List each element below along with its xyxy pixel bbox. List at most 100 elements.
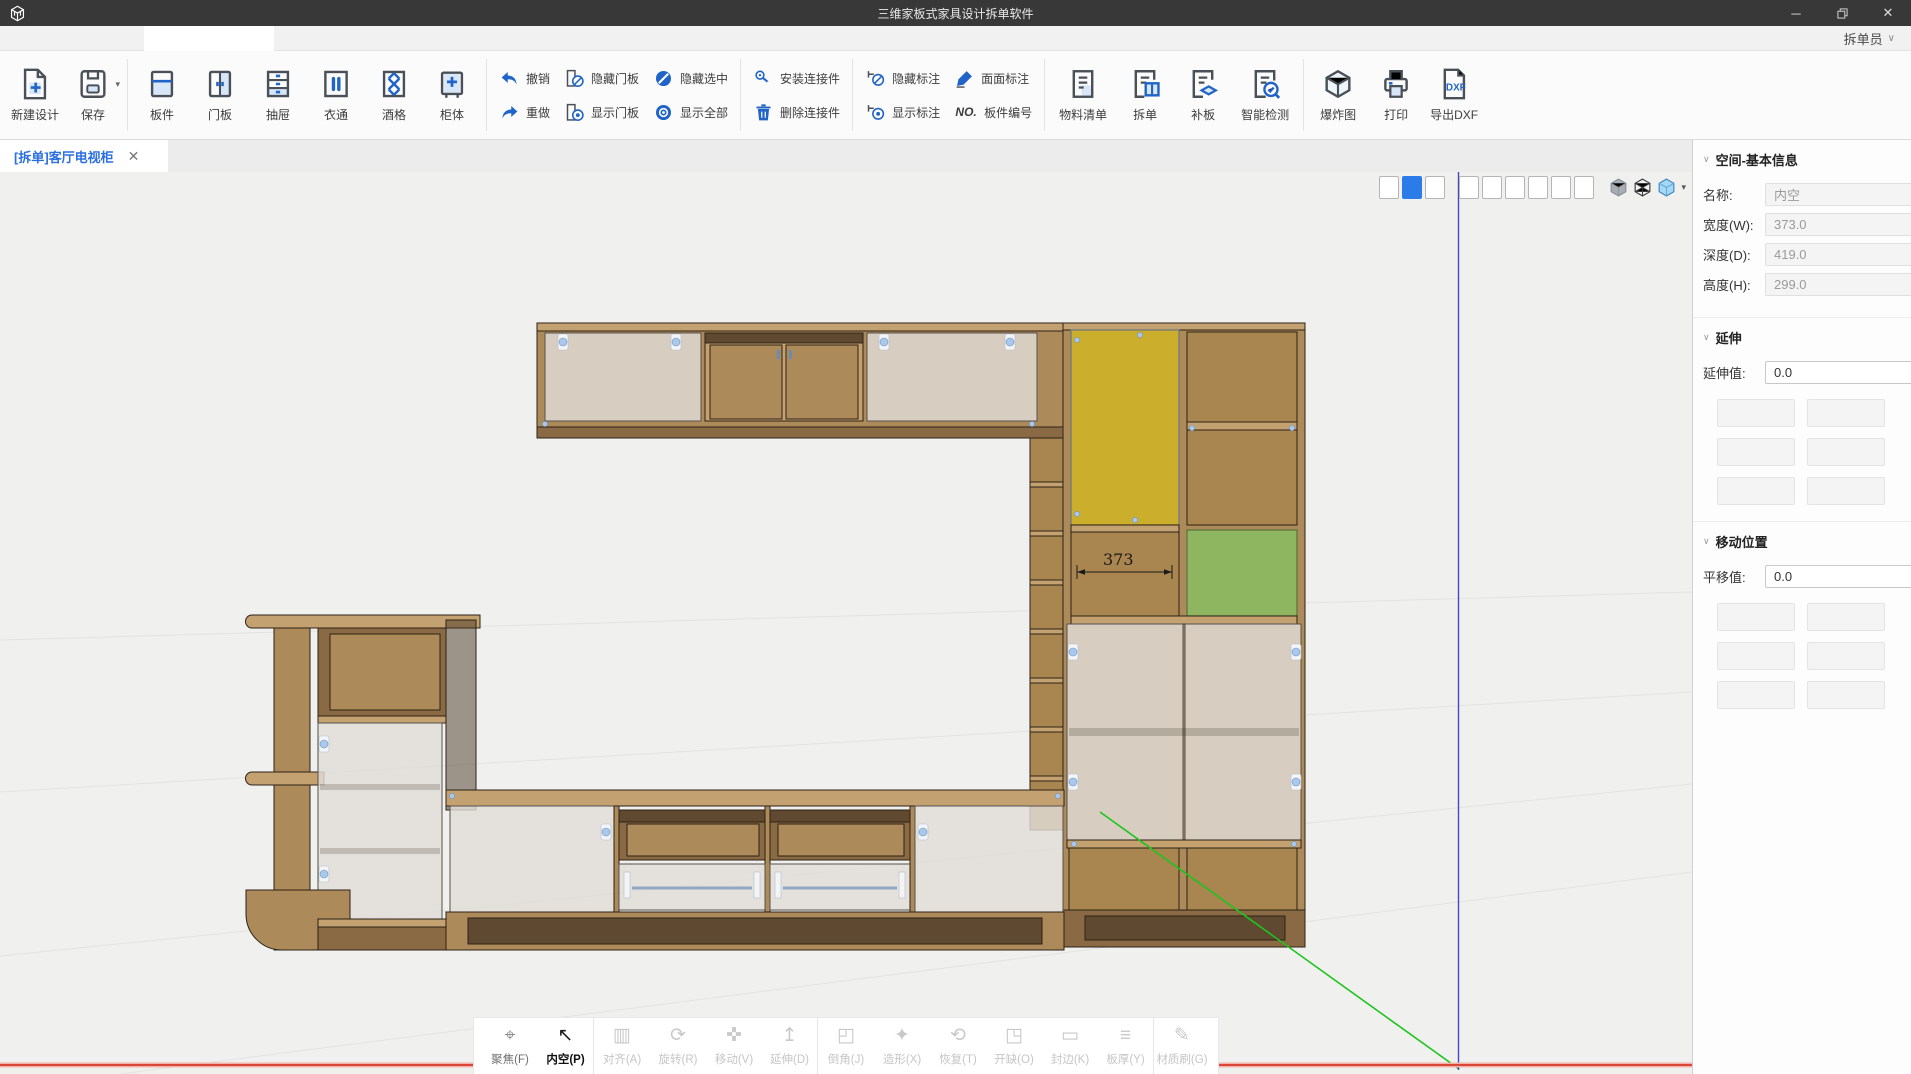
furniture-wall-unit[interactable]: 373 [246, 323, 1306, 950]
show-all-button[interactable]: 显示全部 [653, 99, 728, 125]
modeling-tool-button[interactable]: 材质刷(G) [1154, 1018, 1210, 1074]
3d-viewport[interactable]: 373 ▾ 聚焦(F) [0, 172, 1692, 1074]
modeling-tool-button[interactable]: 旋转(R) [650, 1018, 706, 1074]
extend-direction-button[interactable] [1807, 438, 1885, 466]
modeling-tool-button[interactable]: 内空(P) [538, 1018, 594, 1074]
cubby[interactable] [1187, 332, 1297, 422]
transparent-cube-icon[interactable] [1656, 177, 1677, 198]
right-column[interactable] [1063, 323, 1305, 947]
modeling-tool-button[interactable]: 封边(K) [1042, 1018, 1098, 1074]
tv-stand-row[interactable] [446, 790, 1064, 950]
new-design-button[interactable]: 新建设计 [6, 63, 64, 127]
camera-view-button[interactable] [1574, 176, 1594, 199]
collapse-icon[interactable]: ∨ [1703, 332, 1710, 343]
restore-button[interactable] [1819, 0, 1865, 26]
camera-view-button[interactable] [1505, 176, 1525, 199]
camera-view-button[interactable] [1528, 176, 1548, 199]
modeling-tool-button[interactable]: 移动(V) [706, 1018, 762, 1074]
show-doors-button[interactable]: 显示门板 [564, 99, 639, 125]
height-field[interactable] [1765, 273, 1911, 296]
extend-direction-button[interactable] [1717, 438, 1795, 466]
document-tab[interactable]: [拆单]客厅电视柜 ✕ [0, 140, 168, 172]
modeling-tool-button[interactable]: 倒角(J) [818, 1018, 874, 1074]
menu-tab[interactable] [144, 26, 274, 51]
save-dropdown-caret[interactable]: ▾ [115, 79, 120, 90]
render-mode-caret-icon[interactable]: ▾ [1681, 182, 1686, 193]
menu-tab[interactable] [14, 26, 144, 51]
dimensioned-cell[interactable] [1071, 532, 1179, 616]
move-direction-button[interactable] [1717, 642, 1795, 670]
modeling-tool-button[interactable]: 延伸(D) [762, 1018, 818, 1074]
print-button[interactable]: 打印 [1367, 63, 1425, 127]
left-corner-unit[interactable] [246, 615, 480, 950]
extend-direction-button[interactable] [1717, 477, 1795, 505]
display-mode-button[interactable] [1379, 176, 1399, 199]
panel-numbering-button[interactable]: NO.板件编号 [954, 99, 1032, 125]
patch-panel-button[interactable]: 补板 [1174, 63, 1232, 127]
camera-view-button[interactable] [1551, 176, 1571, 199]
modeling-tool-button[interactable]: 对齐(A) [594, 1018, 650, 1074]
wine-rack-button[interactable]: 酒格 [365, 63, 423, 127]
modeling-tool-button[interactable]: 开缺(O) [986, 1018, 1042, 1074]
close-tab-icon[interactable]: ✕ [128, 148, 140, 165]
modeling-tool-button[interactable]: 恢复(T) [930, 1018, 986, 1074]
solid-cube-icon[interactable] [1608, 177, 1629, 198]
upper-middle-door-right[interactable] [786, 345, 858, 419]
name-field[interactable] [1765, 183, 1911, 206]
move-direction-button[interactable] [1807, 681, 1885, 709]
highlighted-space-green[interactable] [1187, 530, 1297, 616]
move-direction-button[interactable] [1717, 681, 1795, 709]
show-dimensions-button[interactable]: 显示标注 [865, 99, 940, 125]
extend-direction-button[interactable] [1807, 399, 1885, 427]
modeling-tool-button[interactable]: 聚焦(F) [482, 1018, 538, 1074]
selected-inner-space[interactable] [1071, 330, 1179, 525]
display-mode-button[interactable] [1402, 176, 1422, 199]
display-mode-button[interactable] [1425, 176, 1445, 199]
split-order-button[interactable]: 拆单 [1116, 63, 1174, 127]
hide-dimensions-button[interactable]: 隐藏标注 [865, 65, 940, 91]
spine-shelf-column[interactable] [1030, 438, 1064, 830]
smart-check-button[interactable]: 智能检测 [1232, 63, 1298, 127]
collapse-icon[interactable]: ∨ [1703, 536, 1710, 547]
camera-view-button[interactable] [1482, 176, 1502, 199]
menu-tab[interactable] [274, 26, 404, 51]
drawer-button[interactable]: 抽屉 [249, 63, 307, 127]
role-selector[interactable]: 拆单员 ∨ [1844, 26, 1911, 50]
tv-stand-glass-door-right[interactable] [915, 806, 1063, 912]
hide-doors-button[interactable]: 隐藏门板 [564, 65, 639, 91]
tv-stand-glass-door-left[interactable] [450, 806, 614, 912]
modeling-tool-button[interactable]: 板厚(Y) [1098, 1018, 1154, 1074]
dark-glass-side-panel[interactable] [446, 620, 476, 810]
camera-view-button[interactable] [1459, 176, 1479, 199]
install-connectors-button[interactable]: 安装连接件 [753, 65, 840, 91]
modeling-tool-button[interactable]: 造形(X) [874, 1018, 930, 1074]
move-direction-button[interactable] [1717, 603, 1795, 631]
clothes-rail-button[interactable]: 衣通 [307, 63, 365, 127]
close-button[interactable]: ✕ [1865, 0, 1911, 26]
wireframe-cube-icon[interactable] [1632, 177, 1653, 198]
delete-connectors-button[interactable]: 删除连接件 [753, 99, 840, 125]
bom-button[interactable]: 物料清单 [1050, 63, 1116, 127]
export-dxf-button[interactable]: 导出DXF [1425, 63, 1483, 127]
move-direction-button[interactable] [1807, 642, 1885, 670]
extend-direction-button[interactable] [1717, 399, 1795, 427]
move-direction-button[interactable] [1807, 603, 1885, 631]
depth-field[interactable] [1765, 243, 1911, 266]
move-value-input[interactable] [1765, 565, 1911, 588]
upper-middle-door-left[interactable] [710, 345, 782, 419]
cubby[interactable] [1187, 848, 1297, 910]
door-button[interactable]: 门板 [191, 63, 249, 127]
extend-value-input[interactable] [1765, 361, 1911, 384]
save-button[interactable]: ▾ 保存 [64, 63, 122, 127]
face-dimension-button[interactable]: 面面标注 [954, 65, 1032, 91]
redo-button[interactable]: 重做 [499, 99, 550, 125]
width-field[interactable] [1765, 213, 1911, 236]
hide-selected-button[interactable]: 隐藏选中 [653, 65, 728, 91]
upper-cabinet-row[interactable] [537, 323, 1065, 438]
collapse-icon[interactable]: ∨ [1703, 154, 1710, 165]
cubby[interactable] [1187, 430, 1297, 525]
panel-button[interactable]: 板件 [133, 63, 191, 127]
exploded-view-button[interactable]: 爆炸图 [1309, 63, 1367, 127]
minimize-button[interactable]: ─ [1773, 0, 1819, 26]
undo-button[interactable]: 撤销 [499, 65, 550, 91]
